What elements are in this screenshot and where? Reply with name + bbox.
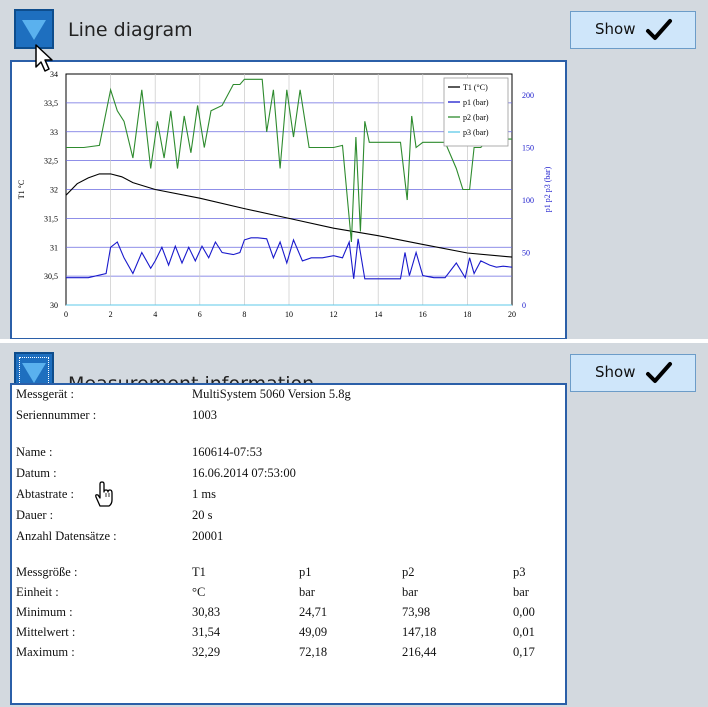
legend-label: p1 (bar): [463, 98, 489, 107]
stats-cell: 30,83: [192, 605, 221, 619]
stats-cell: 73,98: [402, 605, 431, 619]
y-left-tick-label: 33,5: [44, 99, 58, 108]
info-label: Dauer :: [16, 508, 54, 522]
stats-cell: 24,71: [299, 605, 328, 619]
stats-cell: 0,01: [513, 625, 535, 639]
x-tick-label: 12: [330, 310, 338, 319]
y-left-tick-label: 32: [50, 186, 58, 195]
y-left-tick-label: 30,5: [44, 272, 58, 281]
stats-cell: 0,17: [513, 645, 535, 659]
info-value: 20001: [192, 529, 224, 543]
stats-cell: p1: [299, 565, 312, 579]
info-value: 1003: [192, 408, 217, 422]
stats-label: Messgröße :: [16, 565, 78, 579]
legend-label: p2 (bar): [463, 113, 489, 122]
legend-label: p3 (bar): [463, 128, 489, 137]
info-value: 16.06.2014 07:53:00: [192, 466, 296, 480]
y-left-axis-label: T1 °C: [17, 180, 26, 199]
x-tick-label: 0: [64, 310, 68, 319]
show-button-line-diagram[interactable]: Show: [570, 11, 696, 49]
stats-cell: 147,18: [402, 625, 437, 639]
info-label: Messgerät :: [16, 387, 74, 401]
stats-cell: bar: [402, 585, 418, 599]
stats-label: Einheit :: [16, 585, 59, 599]
panel-title-line-diagram: Line diagram: [68, 19, 193, 41]
checkmark-icon: [646, 362, 672, 383]
x-tick-label: 8: [242, 310, 246, 319]
arrow-cursor-icon: [35, 44, 53, 72]
stats-cell: 72,18: [299, 645, 328, 659]
x-tick-label: 14: [374, 310, 382, 319]
info-value: 1 ms: [192, 487, 216, 501]
info-label: Name :: [16, 445, 53, 459]
legend-label: T1 (°C): [463, 83, 488, 92]
info-label: Datum :: [16, 466, 57, 480]
x-tick-label: 4: [153, 310, 157, 319]
y-left-tick-label: 30: [50, 301, 58, 310]
stats-cell: 49,09: [299, 625, 328, 639]
x-tick-label: 2: [109, 310, 113, 319]
y-right-tick-label: 200: [522, 91, 534, 100]
measurement-info-frame: Messgerät : MultiSystem 5060 Version 5.8…: [10, 383, 567, 705]
info-value: 160614-07:53: [192, 445, 263, 459]
x-tick-label: 6: [198, 310, 202, 319]
stats-cell: °C: [192, 585, 206, 599]
y-right-axis-label: p1 p2 p3 (bar): [543, 166, 552, 212]
x-tick-label: 20: [508, 310, 516, 319]
stats-cell: p2: [402, 565, 415, 579]
y-left-tick-label: 31,5: [44, 214, 58, 223]
stats-cell: bar: [299, 585, 315, 599]
stats-label: Minimum :: [16, 605, 73, 619]
line-chart: 3030,53131,53232,53333,5340 2 4 6 8 10 12 14 16 1…: [17, 70, 552, 319]
stats-cell: 0,00: [513, 605, 535, 619]
hand-cursor-icon: [95, 481, 113, 507]
stats-cell: 31,54: [192, 625, 221, 639]
y-right-tick-label: 150: [522, 144, 534, 153]
stats-label: Maximum :: [16, 645, 75, 659]
stats-cell: bar: [513, 585, 529, 599]
x-tick-label: 18: [463, 310, 471, 319]
y-left-tick-label: 33: [50, 128, 58, 137]
stats-cell: 32,29: [192, 645, 221, 659]
y-right-tick-label: 50: [522, 249, 530, 258]
show-button-measurement-info[interactable]: Show: [570, 354, 696, 392]
y-right-tick-label: 0: [522, 301, 526, 310]
y-left-tick-label: 31: [50, 243, 58, 252]
x-tick-label: 10: [285, 310, 293, 319]
y-left-tick-label: 32,5: [44, 157, 58, 166]
show-button-label: Show: [595, 363, 636, 381]
stats-cell: p3: [513, 565, 526, 579]
stats-label: Mittelwert :: [16, 625, 76, 639]
info-label: Abtastrate :: [16, 487, 74, 501]
line-diagram-panel: Line diagram Show 30 30,5 31 31,5 32 32,5 33 33…: [0, 0, 708, 343]
info-value: 20 s: [192, 508, 213, 522]
checkmark-icon: [646, 19, 672, 40]
x-tick-label: 16: [419, 310, 427, 319]
info-label: Seriennummer :: [16, 408, 97, 422]
stats-cell: T1: [192, 565, 206, 579]
triangle-down-icon: [22, 20, 46, 40]
info-value: MultiSystem 5060 Version 5.8g: [192, 387, 351, 401]
info-label: Anzahl Datensätze :: [16, 529, 117, 543]
y-right-tick-label: 100: [522, 196, 534, 205]
show-button-label: Show: [595, 20, 636, 38]
stats-cell: 216,44: [402, 645, 437, 659]
line-chart-frame: 30 30,5 31 31,5 32 32,5 33 33,5 34 0 2 4 6 8 10 12 14 16 1…: [10, 60, 567, 340]
